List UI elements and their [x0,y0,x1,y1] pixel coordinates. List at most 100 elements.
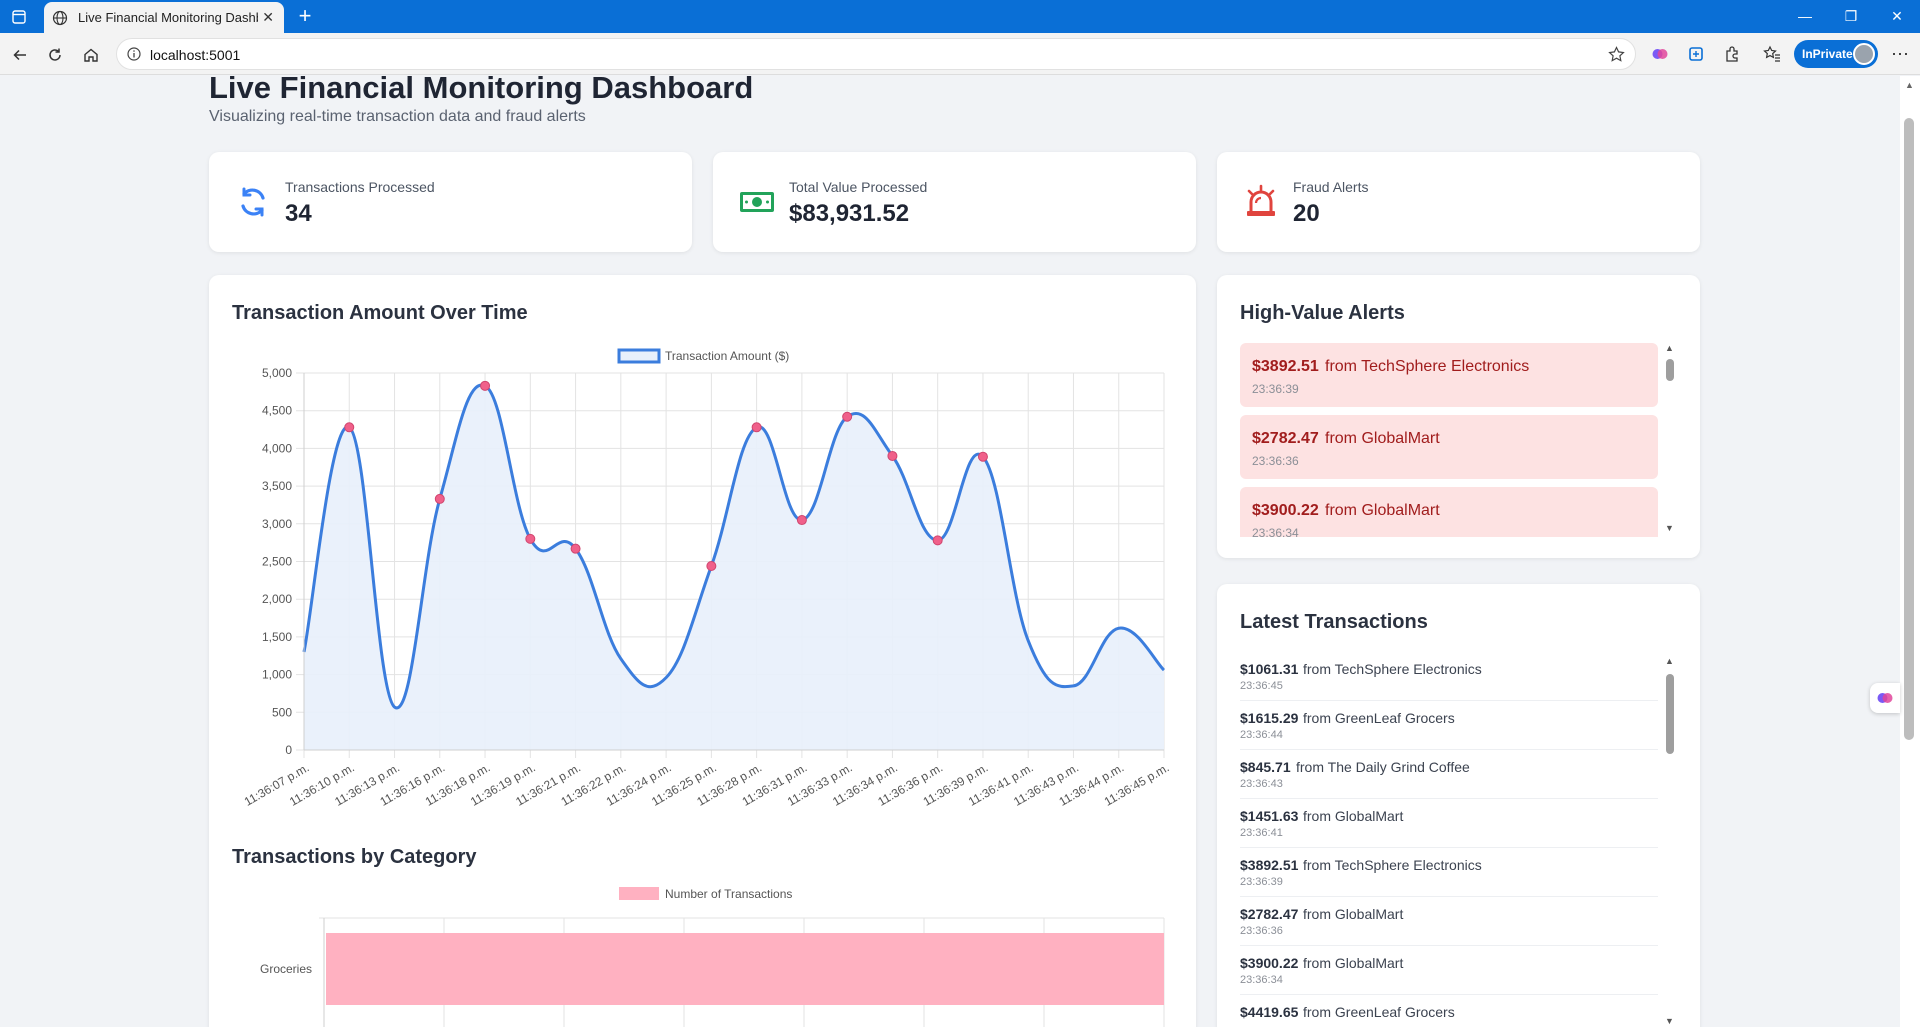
minimize-button[interactable]: — [1782,0,1828,33]
inprivate-badge[interactable]: InPrivate [1794,40,1878,68]
favorites-icon[interactable] [1762,44,1782,64]
copilot-icon[interactable] [1650,44,1670,64]
transactions-by-category-bar-chart: Number of Transactions Groceries [260,887,1165,1027]
scroll-down-icon[interactable]: ▼ [1665,523,1674,533]
stat-card-fraud-alerts: Fraud Alerts 20 [1217,152,1700,252]
y-tick-label: 4,500 [262,404,292,418]
copilot-sidebar-icon[interactable] [1870,683,1900,713]
transaction-amount: $1615.29 [1240,710,1299,726]
close-tab-icon[interactable]: ✕ [262,9,274,26]
home-icon[interactable] [79,43,103,67]
avatar [1853,43,1875,65]
transaction-merchant: from GlobalMart [1303,808,1404,824]
stat-card-total-value: Total Value Processed $83,931.52 [713,152,1196,252]
more-menu-icon[interactable]: ⋯ [1890,44,1910,64]
transactions-list[interactable]: $1061.31 from TechSphere Electronics 23:36… [1240,652,1658,1022]
alert-item: $3900.22 from GlobalMart 23:36:34 [1240,487,1658,537]
close-window-button[interactable]: ✕ [1874,0,1920,33]
chart-card: Transaction Amount Over Time Transaction… [209,275,1196,1027]
data-point [525,533,536,544]
transaction-amount: $2782.47 [1240,906,1299,922]
transaction-merchant: from GreenLeaf Grocers [1303,710,1455,726]
latest-transactions-card: Latest Transactions $1061.31 from TechSph… [1217,584,1700,1027]
data-point [434,493,445,504]
transaction-amount: $1451.63 [1240,808,1299,824]
alerts-list[interactable]: $3892.51 from TechSphere Electronics 23:36… [1240,343,1658,537]
data-point [480,380,491,391]
inprivate-label: InPrivate [1802,47,1853,61]
transactions-title: Latest Transactions [1240,611,1428,633]
legend-label: Number of Transactions [665,887,792,901]
scroll-down-icon[interactable]: ▼ [1665,1016,1674,1026]
alert-time: 23:36:39 [1252,382,1299,396]
transaction-time: 23:36:45 [1240,680,1283,692]
tab-actions-icon[interactable] [8,6,30,28]
transaction-row: $2782.47 from GlobalMart 23:36:36 [1240,897,1658,946]
extensions-icon[interactable] [1722,44,1742,64]
legend-swatch [617,348,661,364]
scroll-up-icon[interactable]: ▲ [1665,656,1674,666]
y-tick-label: Groceries [260,962,312,976]
data-point [344,422,355,433]
alerts-title: High-Value Alerts [1240,302,1405,324]
alert-merchant: from TechSphere Electronics [1325,358,1530,375]
scroll-up-icon[interactable]: ▲ [1905,80,1914,90]
new-tab-button[interactable]: + [292,4,318,30]
alert-item: $2782.47 from GlobalMart 23:36:36 [1240,415,1658,479]
line-chart-title: Transaction Amount Over Time [232,302,528,324]
transaction-row: $3892.51 from TechSphere Electronics 23:36… [1240,848,1658,897]
scroll-up-icon[interactable]: ▲ [1665,343,1674,353]
transaction-merchant: from GlobalMart [1303,906,1404,922]
y-tick-label: 0 [285,743,292,757]
address-bar[interactable]: localhost:5001 [116,38,1636,70]
transactions-scrollbar[interactable]: ▲ ▼ [1664,656,1676,1026]
stat-value: 34 [285,200,312,227]
globe-icon [52,10,68,25]
data-point [842,411,853,422]
refresh-icon [241,187,265,217]
browser-titlebar: Live Financial Monitoring Dashbo ✕ + — ❐… [0,0,1920,33]
favorite-star-icon[interactable] [1608,46,1625,63]
stat-label: Transactions Processed [285,179,435,195]
transaction-amount: $3892.51 [1240,857,1299,873]
info-icon[interactable] [127,47,141,61]
refresh-icon[interactable] [43,43,67,67]
siren-icon [1247,184,1275,216]
y-tick-label: 2,000 [262,592,292,606]
alert-merchant: from GlobalMart [1325,502,1440,519]
chart-legend: Number of Transactions [619,887,792,901]
transaction-row: $1451.63 from GlobalMart 23:36:41 [1240,799,1658,848]
browser-tab[interactable]: Live Financial Monitoring Dashbo ✕ [44,2,284,33]
transaction-time: 23:36:39 [1240,876,1283,888]
alert-item: $3892.51 from TechSphere Electronics 23:36… [1240,343,1658,407]
transaction-time: 23:36:44 [1240,729,1283,741]
stat-value: $83,931.52 [789,200,910,227]
transaction-merchant: from GlobalMart [1303,955,1404,971]
alerts-scrollbar[interactable]: ▲ ▼ [1664,343,1676,535]
page-title: Live Financial Monitoring Dashboard [209,76,754,105]
data-point [932,535,943,546]
transaction-merchant: from The Daily Grind Coffee [1296,759,1470,775]
browser-toolbar: localhost:5001 InPrivate ⋯ [0,33,1920,75]
page-viewport: Live Financial Monitoring Dashboard Visu… [4,76,1900,1027]
high-value-alerts-card: High-Value Alerts $3892.51 from TechSpher… [1217,275,1700,558]
transaction-amount: $1061.31 [1240,661,1299,677]
tab-title: Live Financial Monitoring Dashbo [78,10,258,25]
transaction-amount: $3900.22 [1240,955,1299,971]
url-text: localhost:5001 [150,47,241,63]
transaction-merchant: from TechSphere Electronics [1303,661,1482,677]
alert-time: 23:36:34 [1252,526,1299,537]
y-tick-label: 5,000 [262,366,292,380]
sync-icon[interactable] [1686,44,1706,64]
y-tick-label: 500 [272,705,292,719]
transaction-time: 23:36:36 [1240,925,1283,937]
page-scrollbar[interactable]: ▲ [1900,76,1920,1027]
restore-button[interactable]: ❐ [1828,0,1874,33]
transaction-row: $1061.31 from TechSphere Electronics 23:36… [1240,652,1658,701]
transaction-merchant: from TechSphere Electronics [1303,857,1482,873]
back-icon[interactable] [8,43,32,67]
y-tick-label: 1,000 [262,668,292,682]
stat-label: Total Value Processed [789,179,928,195]
y-tick-label: 3,000 [262,517,292,531]
y-tick-label: 1,500 [262,630,292,644]
